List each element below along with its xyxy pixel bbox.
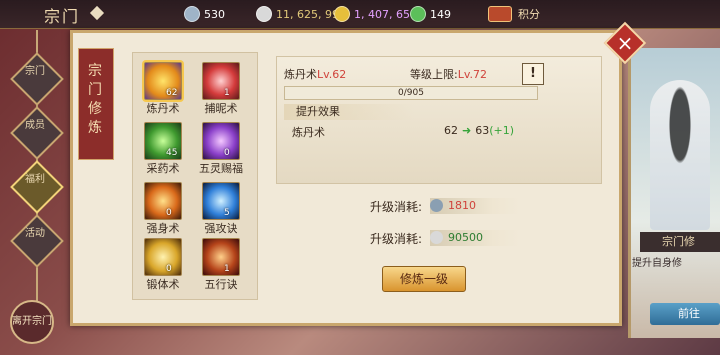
resource-gem: 530: [184, 5, 225, 23]
cost-value-box: 1810: [430, 198, 520, 214]
nav-item-activity[interactable]: [10, 214, 64, 268]
skill-label: 捕昵术: [204, 102, 238, 115]
nav-item-welfare[interactable]: [10, 160, 64, 214]
skill-label: 强攻诀: [204, 222, 238, 235]
skill-item[interactable]: 45 采药术: [134, 122, 194, 180]
skill-level: 1: [224, 88, 230, 98]
silver-coin-icon: [430, 231, 443, 244]
skill-title: 炼丹术Lv.62: [284, 66, 346, 82]
jade-icon: [410, 6, 426, 22]
skill-level: 0: [224, 148, 230, 158]
body-strength-icon: [144, 182, 182, 220]
page-title: 宗门: [44, 7, 81, 26]
side-panel-button[interactable]: 前往: [650, 303, 720, 325]
gem-icon: [430, 199, 443, 212]
progress-text: 0/905: [398, 88, 424, 98]
skill-item[interactable]: 5 强攻诀: [192, 182, 252, 240]
level-cap-value: Lv.72: [457, 68, 487, 81]
skill-label: 炼丹术: [146, 102, 180, 115]
resource-value: 149: [430, 7, 451, 21]
effect-name: 炼丹术: [292, 126, 325, 139]
dialog-banner-title: 宗门修炼: [88, 63, 102, 136]
effect-to: 63: [475, 124, 490, 137]
attack-icon: [202, 182, 240, 220]
skill-name: 炼丹术: [284, 68, 317, 81]
nav-label: 福利: [25, 174, 45, 185]
skill-label: 五行诀: [204, 278, 238, 291]
level-cap: 等级上限:Lv.72: [410, 66, 487, 82]
arrow-right-icon: ➜: [462, 124, 472, 137]
close-icon[interactable]: ×: [610, 28, 640, 58]
cultivate-button[interactable]: 修炼一级: [382, 266, 466, 292]
skill-item[interactable]: 62 炼丹术: [134, 62, 194, 120]
resource-value: 1, 407, 656: [354, 7, 417, 21]
skill-level: 0: [166, 208, 172, 218]
skill-label: 强身术: [146, 222, 180, 235]
effect-from: 62: [444, 124, 458, 137]
skill-level: 45: [166, 148, 178, 158]
nav-item-members[interactable]: [10, 106, 64, 160]
skill-level: 0: [166, 264, 172, 274]
cost-label: 升级消耗:: [370, 232, 423, 246]
points-button[interactable]: 积分: [488, 5, 540, 23]
five-elements-icon: [202, 238, 240, 276]
gem-icon: [184, 6, 200, 22]
skill-level: 5: [224, 208, 230, 218]
resource-value: 530: [204, 7, 225, 21]
gold-coin-icon: [334, 6, 350, 22]
resource-silver: 11, 625, 997: [256, 5, 346, 23]
nav-label: 宗门: [25, 66, 45, 77]
skill-label: 采药术: [146, 162, 180, 175]
level-cap-label: 等级上限:: [410, 68, 458, 81]
exit-sect-label: 离开宗门: [12, 316, 52, 327]
skill-item[interactable]: 1 五行诀: [192, 238, 252, 296]
capture-icon: [202, 62, 240, 100]
resource-jade: 149: [410, 5, 451, 23]
silver-coin-icon: [256, 6, 272, 22]
skill-item[interactable]: 1 捕昵术: [192, 62, 252, 120]
skill-item[interactable]: 0 强身术: [134, 182, 194, 240]
info-button[interactable]: !: [522, 63, 544, 85]
body-forge-icon: [144, 238, 182, 276]
progress-bar: 0/905: [284, 86, 538, 100]
nav-item-sect[interactable]: [10, 52, 64, 106]
skill-item[interactable]: 0 五灵赐福: [192, 122, 252, 180]
cost-value-box: 90500: [430, 230, 520, 246]
cost-label: 升级消耗:: [370, 200, 423, 214]
skill-label: 五灵赐福: [199, 162, 243, 175]
nav-label: 活动: [25, 228, 45, 239]
skill-label: 锻体术: [146, 278, 180, 291]
skill-item[interactable]: 0 锻体术: [134, 238, 194, 296]
cost-value: 1810: [448, 199, 476, 212]
skill-level: 62: [166, 88, 178, 98]
skill-level: 1: [224, 264, 230, 274]
blessing-icon: [202, 122, 240, 160]
points-label: 积分: [518, 8, 540, 21]
resource-gold: 1, 407, 656: [334, 5, 417, 23]
skill-current-level: Lv.62: [317, 68, 347, 81]
chest-icon: [488, 6, 512, 22]
effect-header: 提升效果: [284, 104, 414, 120]
effect-gain: (+1): [489, 124, 515, 137]
effect-value: 62 ➜ 63(+1): [444, 124, 514, 137]
character-portrait: [650, 80, 710, 230]
side-panel-title: 宗门修: [640, 232, 720, 252]
side-panel-desc: 提升自身修: [632, 258, 682, 269]
nav-label: 成员: [25, 120, 45, 131]
cost-value: 90500: [448, 231, 483, 244]
